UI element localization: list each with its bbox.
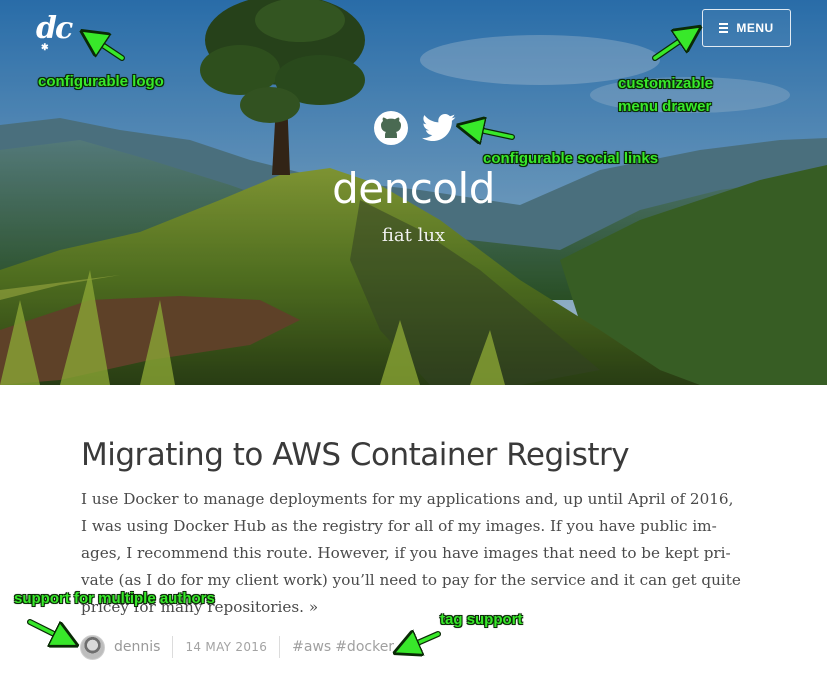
logo-snowflake-icon: ✱ (41, 43, 49, 53)
menu-button[interactable]: MENU (702, 9, 791, 47)
annotation-social: configurable social links (483, 150, 659, 167)
meta-divider (279, 636, 281, 658)
site-title: dencold (332, 164, 495, 213)
post-date: 14 MAY 2016 (185, 640, 268, 654)
meta-divider (172, 636, 174, 658)
site-logo[interactable]: dc ✱ (36, 12, 80, 54)
hamburger-icon (719, 23, 729, 33)
tag-docker[interactable]: #docker (335, 639, 394, 655)
post-title[interactable]: Migrating to AWS Container Registry (81, 434, 761, 476)
twitter-link[interactable] (420, 110, 458, 146)
annotation-logo: configurable logo (38, 73, 164, 90)
author-avatar[interactable] (80, 634, 105, 660)
post-tags: #aws #docker (292, 639, 398, 655)
excerpt-line: I was using Docker Hub as the registry f… (81, 517, 717, 535)
annotation-menu-line2: menu drawer (618, 98, 712, 115)
twitter-icon (422, 113, 456, 142)
annotation-authors: support for multiple authors (14, 590, 215, 607)
excerpt-line: ages, I recommend this route. However, i… (81, 544, 731, 562)
author-name[interactable]: dennis (114, 639, 160, 655)
github-icon (374, 111, 408, 145)
tag-aws[interactable]: #aws (292, 639, 331, 655)
hero-header: dc ✱ MENU dencold fiat lux (0, 0, 827, 385)
annotation-menu-line1: customizable (618, 75, 714, 92)
excerpt-line: I use Docker to manage deployments for m… (81, 490, 734, 508)
post-meta: dennis 14 MAY 2016 #aws #docker (80, 634, 398, 660)
menu-label: MENU (736, 21, 774, 35)
read-more-link[interactable]: » (309, 598, 318, 616)
site-tagline: fiat lux (381, 225, 446, 246)
annotation-tags: tag support (440, 611, 523, 628)
github-link[interactable] (372, 110, 410, 146)
